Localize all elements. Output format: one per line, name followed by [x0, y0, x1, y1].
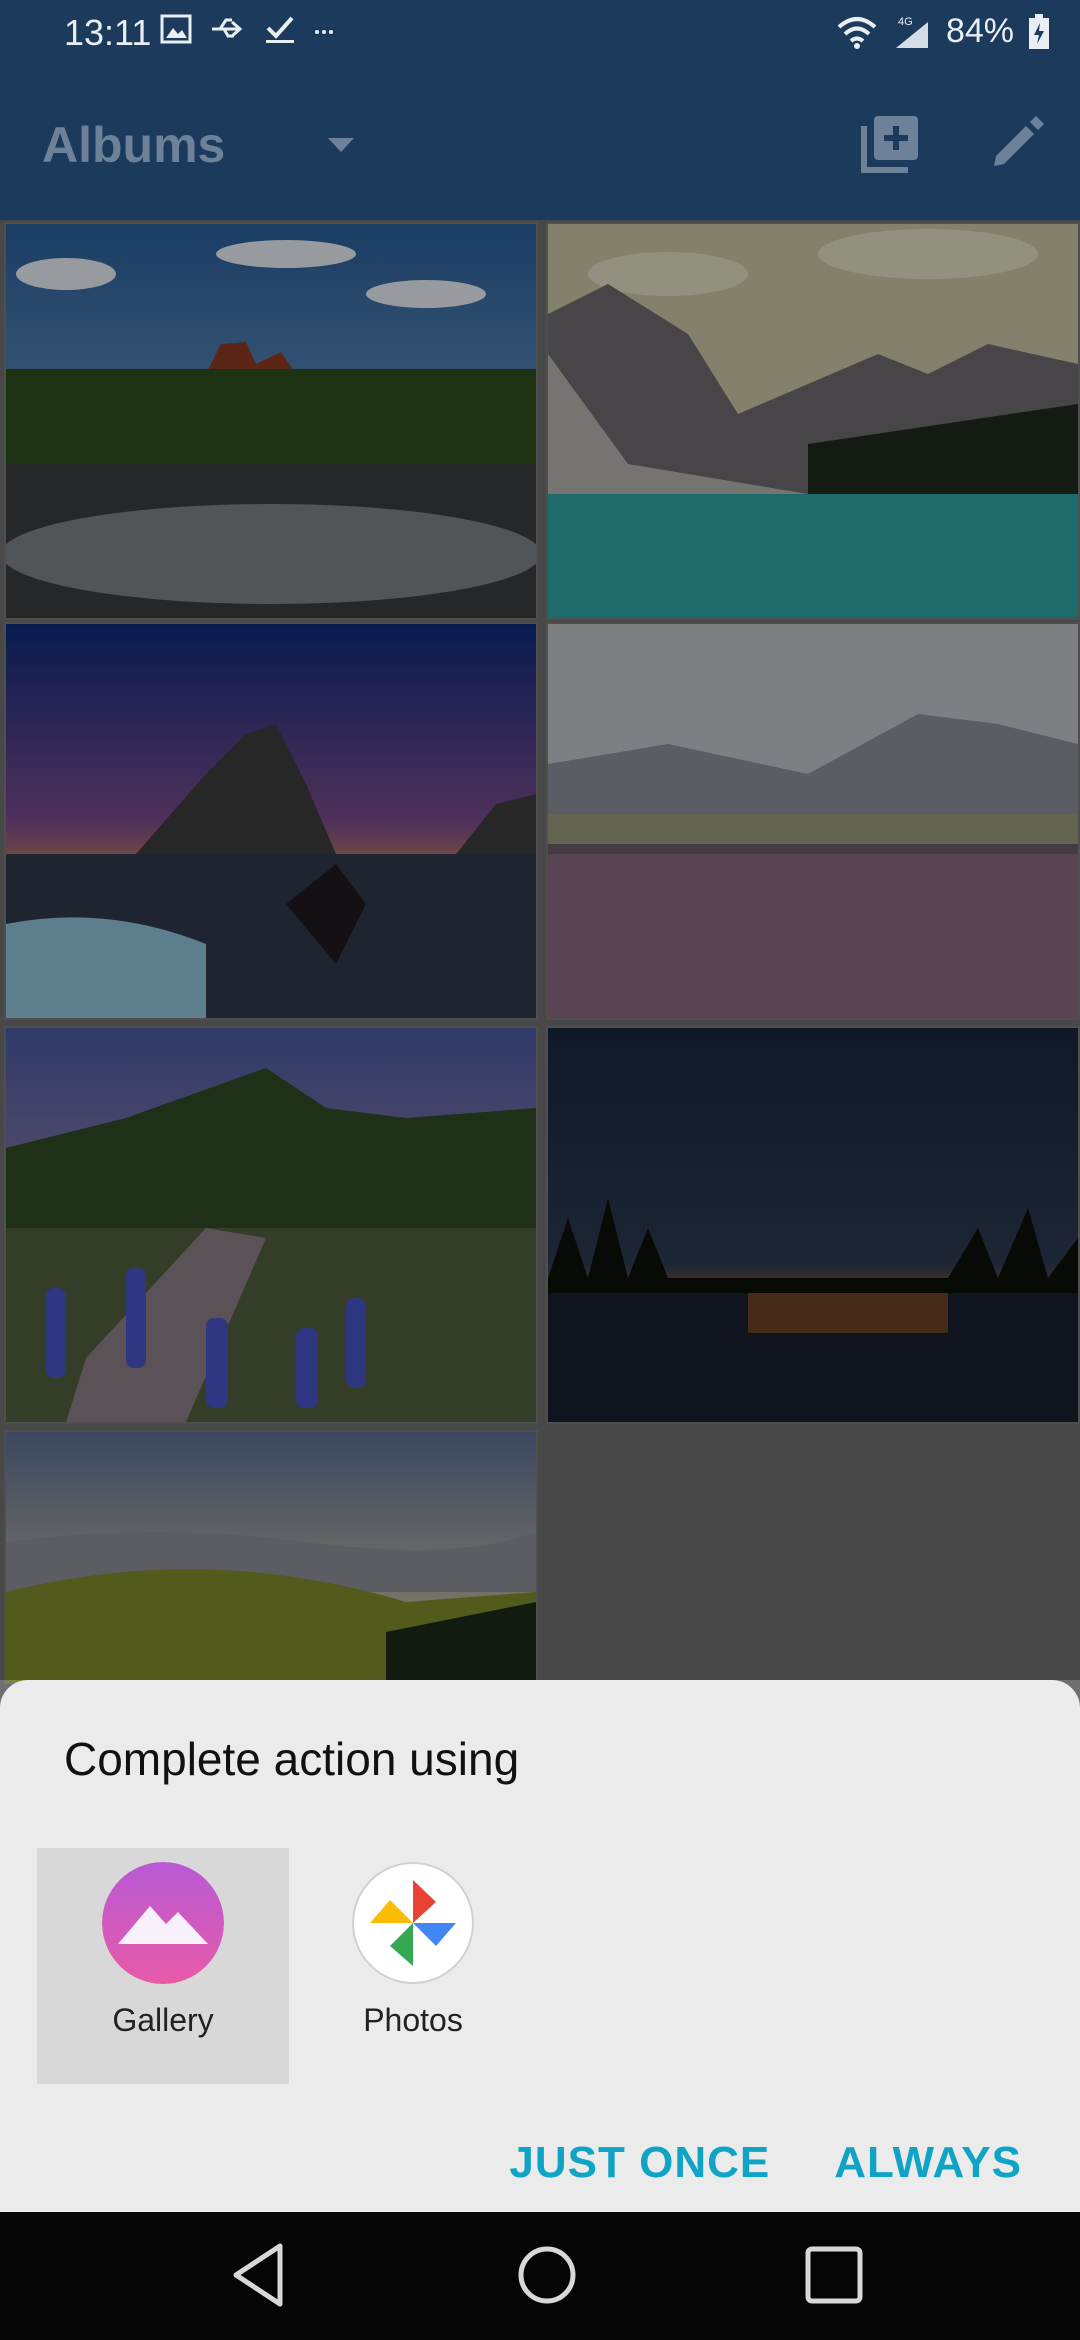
more-notifications-icon — [315, 30, 333, 34]
home-icon[interactable] — [510, 2238, 584, 2312]
battery-percent: 84% — [945, 12, 1014, 50]
just-once-button[interactable]: JUST ONCE — [509, 2138, 770, 2188]
app-option-gallery[interactable]: Gallery — [37, 1848, 289, 2084]
image-icon — [160, 14, 192, 44]
network-type-label: 4G — [898, 16, 913, 28]
edit-pencil-icon[interactable] — [990, 116, 1044, 170]
dialog-actions: JUST ONCE ALWAYS — [509, 2138, 1022, 2188]
app-label-gallery: Gallery — [112, 2002, 214, 2038]
dialog-title: Complete action using — [64, 1733, 520, 1785]
notification-icons — [160, 14, 334, 44]
dim-overlay[interactable] — [0, 220, 1080, 1680]
system-icons: 4G 84% — [836, 12, 1050, 51]
album-selector-title[interactable]: Albums — [42, 116, 225, 174]
gallery-icon — [102, 1862, 224, 1984]
navigation-bar — [0, 2212, 1080, 2340]
signal-4g-icon: 4G — [895, 16, 928, 48]
photos-icon — [352, 1862, 474, 1984]
app-chooser-dialog: Complete action using Gallery Photos JUS… — [0, 1680, 1080, 2212]
recents-icon[interactable] — [800, 2238, 868, 2312]
app-label-photos: Photos — [363, 2002, 463, 2038]
status-bar: 13:11 4G 84% — [0, 0, 1080, 72]
wifi-icon — [837, 16, 877, 49]
app-option-photos[interactable]: Photos — [287, 1848, 539, 2084]
app-bar: Albums — [0, 72, 1080, 220]
check-icon — [266, 16, 294, 43]
battery-charging-icon — [1029, 13, 1049, 49]
always-button[interactable]: ALWAYS — [834, 2138, 1022, 2188]
back-icon[interactable] — [228, 2238, 292, 2312]
dropdown-arrow-icon[interactable] — [326, 136, 356, 156]
status-time: 13:11 — [64, 12, 152, 53]
add-album-icon[interactable] — [860, 112, 922, 174]
usb-icon — [212, 18, 243, 38]
